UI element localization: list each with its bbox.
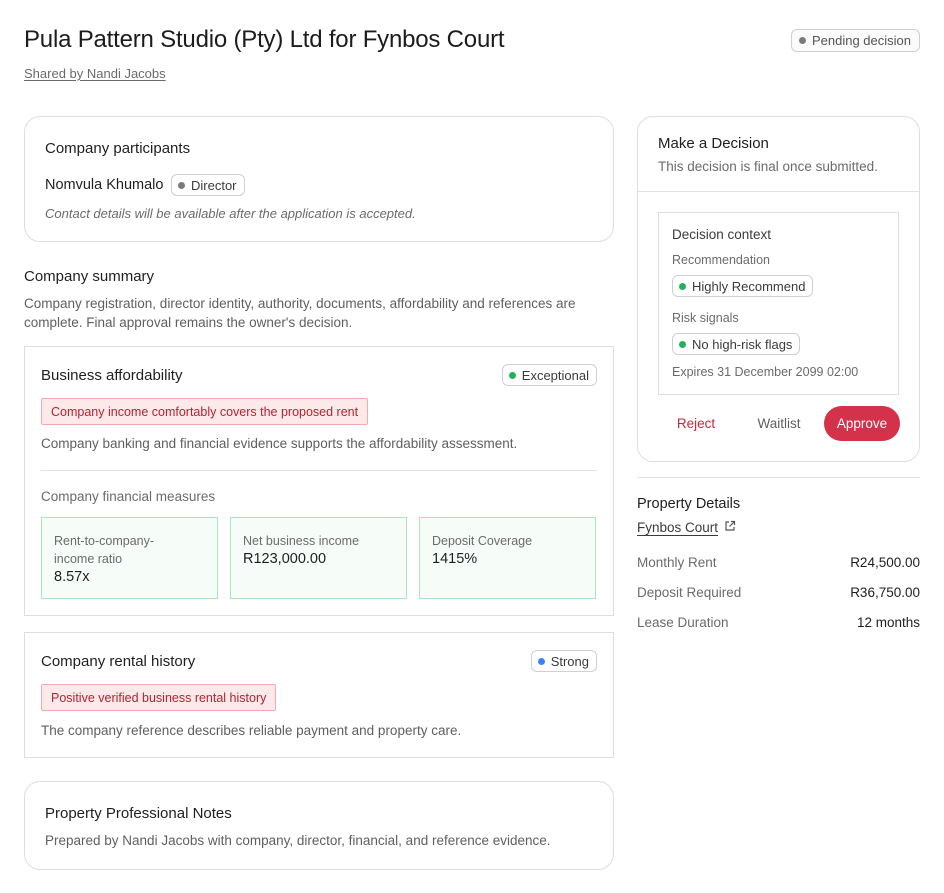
waitlist-button[interactable]: Waitlist (741, 406, 817, 441)
rating-dot-icon (508, 371, 516, 379)
business-affordability-section: Business affordability Exceptional Compa… (24, 346, 614, 616)
divider (637, 477, 920, 478)
affordability-description: Company banking and financial evidence s… (41, 436, 518, 451)
expiry-text: Expires 31 December 2099 02:00 (672, 365, 859, 379)
metric-label: Rent-to-company-income ratio (54, 534, 155, 566)
financial-measures-title: Company financial measures (41, 489, 216, 504)
approve-button[interactable]: Approve (824, 406, 900, 441)
property-row-value: R24,500.00 (850, 555, 920, 570)
recommendation-dot-icon (679, 282, 686, 290)
property-link[interactable]: Fynbos Court (637, 520, 736, 535)
rental-history-section: Company rental history Strong Positive v… (24, 632, 614, 758)
property-row-lease-duration: Lease Duration 12 months (637, 615, 920, 630)
recommendation-label: Recommendation (672, 253, 770, 267)
rental-history-alert: Positive verified business rental histor… (41, 684, 277, 711)
recommendation-badge: Highly Recommend (672, 275, 814, 297)
metric-card-deposit-coverage: Deposit Coverage 1415% (419, 517, 596, 599)
property-row-value: R36,750.00 (850, 585, 920, 600)
summary-text: Company registration, director identity,… (24, 296, 576, 330)
notes-title: Property Professional Notes (45, 805, 232, 822)
decision-panel: Make a Decision This decision is final o… (637, 116, 920, 462)
rating-dot-icon (537, 657, 545, 665)
affordability-title: Business affordability (41, 367, 183, 384)
metric-value: 1415% (432, 551, 478, 567)
metric-value: R123,000.00 (243, 551, 327, 567)
property-link-label: Fynbos Court (637, 520, 719, 535)
risk-signals-value: No high-risk flags (692, 336, 793, 352)
divider (41, 470, 597, 471)
role-label: Director (191, 177, 237, 193)
role-dot-icon (178, 181, 185, 189)
decision-title: Make a Decision (658, 135, 769, 152)
property-row-key: Lease Duration (637, 615, 729, 630)
risk-dot-icon (679, 340, 686, 348)
metric-card-rent-ratio: Rent-to-company-income ratio 8.57x (41, 517, 218, 599)
property-details-title: Property Details (637, 496, 741, 512)
summary-title: Company summary (24, 268, 155, 285)
decision-subtitle: This decision is final once submitted. (658, 159, 878, 174)
status-dot-icon (798, 37, 806, 44)
affordability-alert: Company income comfortably covers the pr… (41, 398, 369, 425)
recommendation-value: Highly Recommend (692, 278, 806, 294)
affordability-rating-label: Exceptional (521, 367, 589, 383)
property-row-value: 12 months (856, 615, 920, 630)
affordability-rating-badge: Exceptional (501, 364, 597, 386)
risk-signals-badge: No high-risk flags (672, 333, 801, 355)
contact-note: Contact details will be available after … (45, 206, 416, 221)
risk-signals-label: Risk signals (672, 311, 739, 325)
page-title: Pula Pattern Studio (Pty) Ltd for Fynbos… (24, 26, 505, 53)
metric-value: 8.57x (54, 569, 90, 585)
context-title: Decision context (672, 227, 772, 242)
rental-history-description: The company reference describes reliable… (41, 723, 462, 738)
divider (638, 191, 919, 192)
property-row-monthly-rent: Monthly Rent R24,500.00 (637, 555, 920, 570)
shared-by-link[interactable]: Shared by Nandi Jacobs (24, 66, 166, 81)
notes-text: Prepared by Nandi Jacobs with company, d… (45, 833, 551, 848)
property-row-key: Monthly Rent (637, 555, 717, 570)
status-label: Pending decision (811, 33, 911, 48)
external-link-icon (724, 520, 736, 535)
property-row-key: Deposit Required (637, 585, 742, 600)
participant-name: Nomvula Khumalo (45, 177, 164, 193)
rental-rating-badge: Strong (530, 650, 597, 672)
reject-button[interactable]: Reject (658, 406, 734, 441)
metric-card-net-income: Net business income R123,000.00 (230, 517, 407, 599)
rental-history-title: Company rental history (41, 653, 196, 670)
participants-title: Company participants (45, 140, 191, 157)
property-row-deposit-required: Deposit Required R36,750.00 (637, 585, 920, 600)
role-badge: Director (171, 174, 245, 196)
company-participants-card: Company participants Nomvula Khumalo Dir… (24, 116, 614, 242)
status-badge: Pending decision (790, 29, 920, 52)
professional-notes-card: Property Professional Notes Prepared by … (24, 781, 614, 870)
rental-rating-label: Strong (550, 653, 589, 669)
metric-label: Deposit Coverage (432, 534, 533, 548)
decision-context-box: Decision context Recommendation Highly R… (658, 212, 899, 395)
metric-label: Net business income (243, 534, 360, 548)
